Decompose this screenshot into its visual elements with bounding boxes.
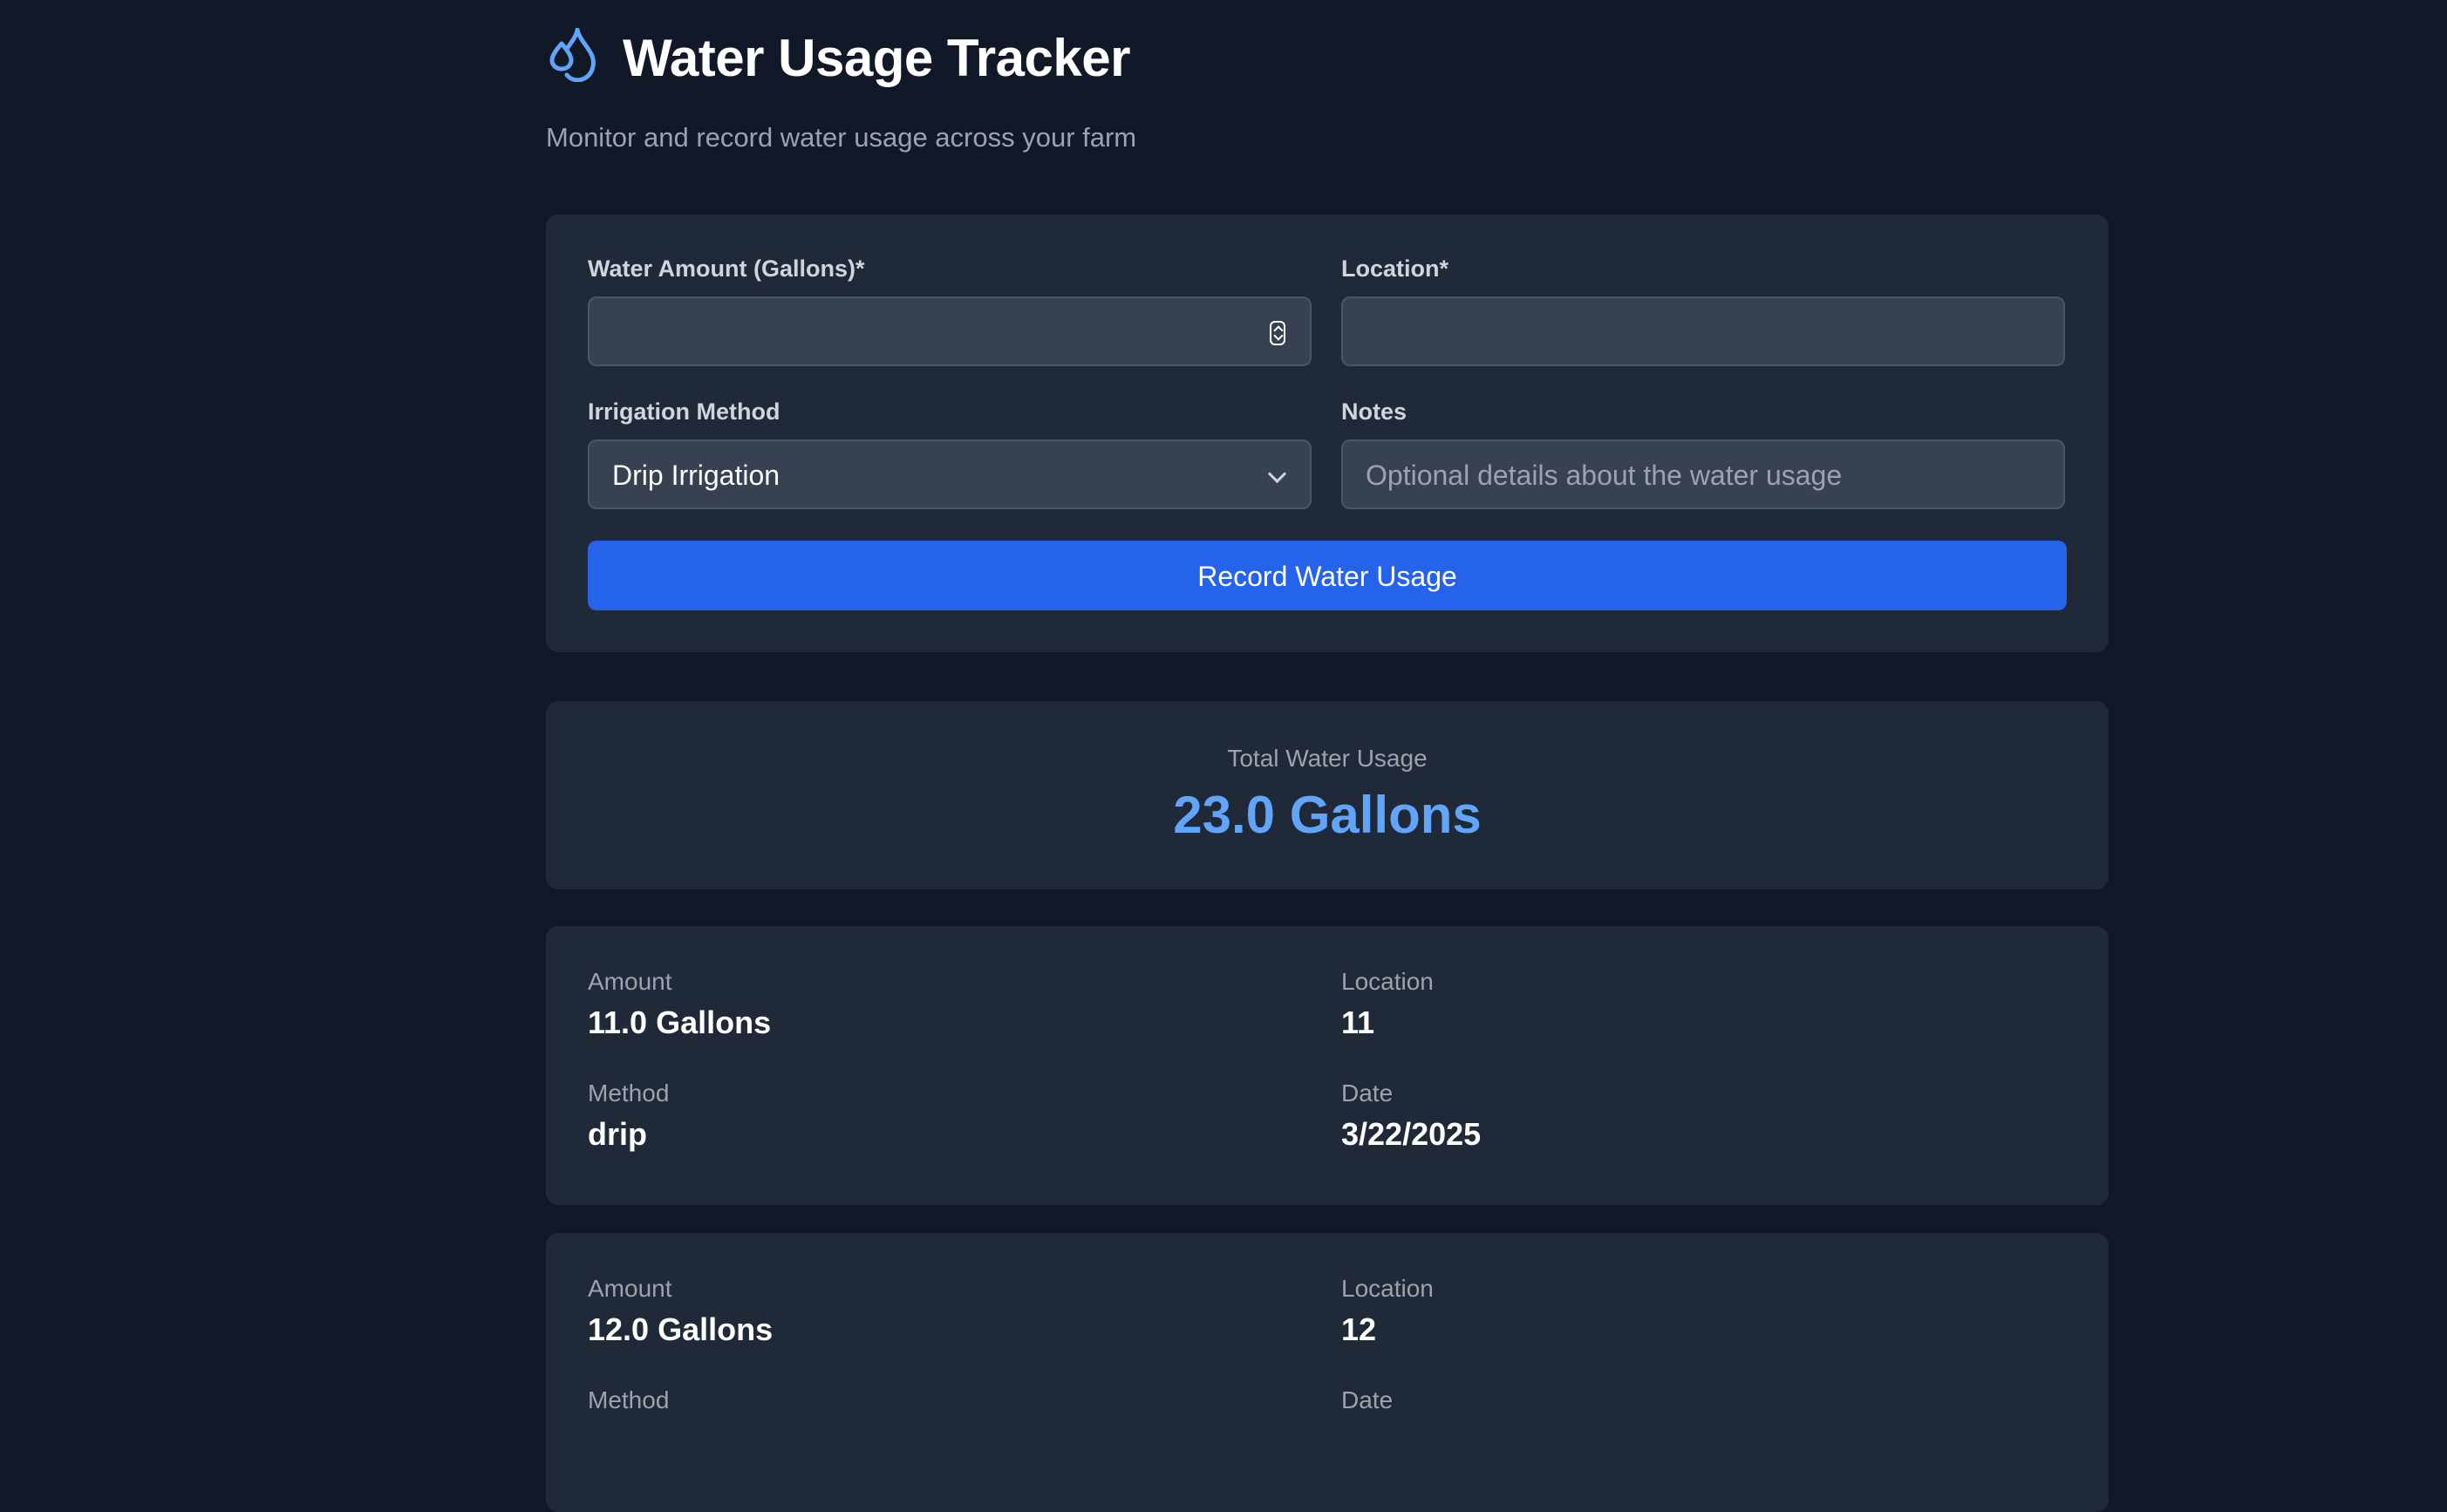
entry-location-label: Location — [1341, 1275, 1434, 1302]
entry-location-label: Location — [1341, 968, 1434, 995]
number-stepper-icon[interactable] — [1270, 321, 1285, 345]
chevron-down-icon — [1267, 464, 1287, 484]
entry-amount-label: Amount — [588, 1275, 672, 1302]
entry-method-label: Method — [588, 1386, 670, 1413]
water-usage-form: Water Amount (Gallons)* Location* Irriga… — [546, 215, 2109, 652]
amount-label: Water Amount (Gallons)* — [588, 255, 865, 282]
total-usage-card: Total Water Usage 23.0 Gallons — [546, 701, 2109, 889]
header: Water Usage Tracker — [546, 0, 2109, 113]
entry-amount-value: 12.0 Gallons — [588, 1311, 774, 1347]
method-selected-value: Drip Irrigation — [612, 460, 780, 491]
total-usage-value: 23.0 Gallons — [1173, 786, 1482, 844]
droplets-icon — [549, 28, 596, 82]
entry-date-value: 3/22/2025 — [1341, 1116, 1482, 1152]
entry-date-label: Date — [1341, 1386, 1394, 1413]
page-title: Water Usage Tracker — [623, 29, 1130, 87]
entry-date-label: Date — [1341, 1080, 1394, 1107]
notes-input[interactable]: Optional details about the water usage — [1341, 439, 2065, 509]
usage-entry-card: Amount 12.0 Gallons Location 12 Method D… — [546, 1233, 2109, 1512]
total-usage-label: Total Water Usage — [1227, 745, 1428, 772]
location-label: Location* — [1341, 255, 1449, 282]
entry-method-label: Method — [588, 1080, 670, 1107]
notes-label: Notes — [1341, 398, 1408, 425]
entry-location-value: 12 — [1341, 1311, 1377, 1347]
page: Water Usage Tracker Monitor and record w… — [546, 0, 2109, 1512]
entry-method-value: drip — [588, 1116, 647, 1152]
entry-amount-label: Amount — [588, 968, 672, 995]
entry-location-value: 11 — [1341, 1005, 1375, 1040]
page-subtitle: Monitor and record water usage across yo… — [546, 122, 1137, 153]
usage-entry-card: Amount 11.0 Gallons Location 11 Method d… — [546, 926, 2109, 1205]
entry-amount-value: 11.0 Gallons — [588, 1005, 772, 1040]
amount-input[interactable] — [588, 296, 1312, 366]
irrigation-method-select[interactable]: Drip Irrigation — [588, 439, 1312, 509]
record-water-usage-button[interactable]: Record Water Usage — [588, 541, 2067, 610]
method-label: Irrigation Method — [588, 398, 780, 425]
location-input[interactable] — [1341, 296, 2065, 366]
notes-placeholder: Optional details about the water usage — [1366, 460, 1843, 491]
